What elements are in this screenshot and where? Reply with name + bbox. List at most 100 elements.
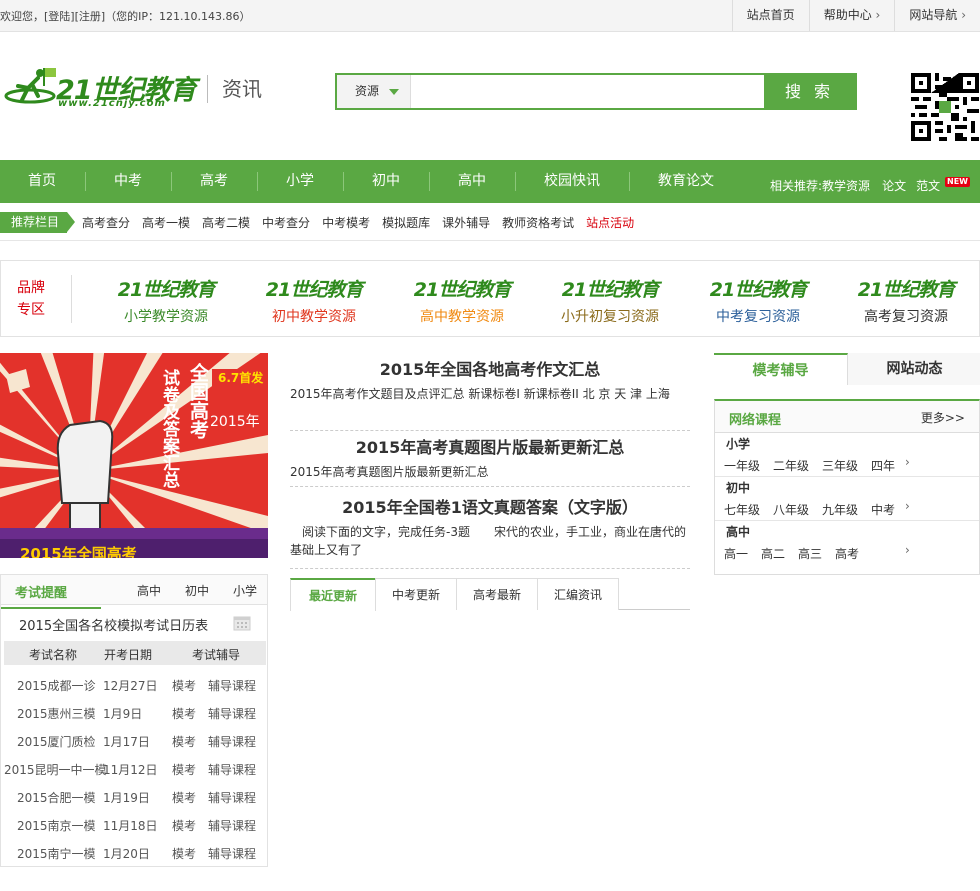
grade-link[interactable]: 八年级 xyxy=(773,503,809,517)
tutoring-link[interactable]: 辅导课程 xyxy=(208,789,256,806)
mock-exam-link[interactable]: 模考 xyxy=(172,705,196,722)
tutoring-link[interactable]: 辅导课程 xyxy=(208,761,256,778)
recommend-link[interactable]: 教师资格考试 xyxy=(502,214,574,231)
exam-date: 1月17日 xyxy=(103,735,150,749)
tutoring-link[interactable]: 辅导课程 xyxy=(208,677,256,694)
main-nav: 首页 中考 高考 小学 初中 高中 校园快讯 教育论文 相关推荐:教学资源 论文范… xyxy=(0,160,980,203)
site-home-link[interactable]: 站点首页 xyxy=(731,0,809,31)
chevron-right-icon[interactable]: › xyxy=(905,543,910,557)
nav-divider xyxy=(171,172,172,191)
related-link-resources[interactable]: 教学资源 xyxy=(822,179,870,193)
tab-junior[interactable]: 初中 xyxy=(185,582,209,599)
nav-gaokao[interactable]: 高考 xyxy=(182,160,246,203)
tab-senior[interactable]: 高中 xyxy=(137,582,161,599)
tab-site-news[interactable]: 网站动态 xyxy=(848,353,980,385)
exam-name[interactable]: 2015厦门质检 xyxy=(17,733,96,750)
exam-name[interactable]: 2015合肥一模 xyxy=(17,789,96,806)
grade-link[interactable]: 高一 xyxy=(724,547,748,561)
news-summary: 2015年高考作文题目及点评汇总 新课标卷I 新课标卷II 北 京 天 津 上海 xyxy=(290,387,670,401)
channel-title: 资讯 xyxy=(207,75,262,103)
nav-senior[interactable]: 高中 xyxy=(440,160,504,203)
nav-primary[interactable]: 小学 xyxy=(268,160,332,203)
tutoring-link[interactable]: 辅导课程 xyxy=(208,705,256,722)
nav-campus-news[interactable]: 校园快讯 xyxy=(526,160,618,203)
recommend-link[interactable]: 高考一模 xyxy=(142,214,190,231)
nav-zhongkao[interactable]: 中考 xyxy=(96,160,160,203)
calendar-title[interactable]: 2015全国各名校模拟考试日历表 xyxy=(19,615,208,634)
grade-link[interactable]: 二年级 xyxy=(773,459,809,473)
brand-item-gaokao-review[interactable]: 21世纪教育 高考复习资源 xyxy=(836,275,976,326)
brand-item-senior[interactable]: 21世纪教育 高中教学资源 xyxy=(392,275,532,326)
nav-junior[interactable]: 初中 xyxy=(354,160,418,203)
recommend-link[interactable]: 高考查分 xyxy=(82,214,130,231)
chevron-right-icon[interactable]: › xyxy=(905,499,910,513)
news-title[interactable]: 2015年全国各地高考作文汇总 xyxy=(290,355,690,385)
tab-mock-tutoring[interactable]: 模考辅导 xyxy=(714,353,848,385)
exam-name[interactable]: 2015昆明一中一模 xyxy=(4,761,107,778)
news-item: 2015年全国卷1语文真题答案（文字版） 阅读下面的文字，完成任务-3题 宋代的… xyxy=(290,493,690,569)
recommend-link[interactable]: 课外辅导 xyxy=(442,214,490,231)
exam-reminder-header: 考试提醒 高中 初中 小学 xyxy=(0,575,267,609)
tab-latest-updates[interactable]: 最近更新 xyxy=(290,578,376,611)
exam-name[interactable]: 2015南宁一模 xyxy=(17,845,96,862)
brand-item-zhongkao-review[interactable]: 21世纪教育 中考复习资源 xyxy=(688,275,828,326)
site-logo[interactable]: 21世纪教育 www.21cnjy.com xyxy=(4,66,204,114)
brand-item-xiaoshengchu[interactable]: 21世纪教育 小升初复习资源 xyxy=(540,275,680,326)
grade-link[interactable]: 三年级 xyxy=(822,459,858,473)
grade-link[interactable]: 一年级 xyxy=(724,459,760,473)
tab-primary[interactable]: 小学 xyxy=(233,582,257,599)
site-nav-link[interactable]: 网站导航 › xyxy=(894,0,980,31)
tutoring-link[interactable]: 辅导课程 xyxy=(208,845,256,862)
grade-link[interactable]: 高二 xyxy=(761,547,785,561)
tutoring-link[interactable]: 辅导课程 xyxy=(208,733,256,750)
nav-edu-papers[interactable]: 教育论文 xyxy=(640,160,732,203)
mock-exam-link[interactable]: 模考 xyxy=(172,761,196,778)
mock-exam-link[interactable]: 模考 xyxy=(172,789,196,806)
course-group-name: 小学 xyxy=(726,437,751,451)
more-link[interactable]: 更多>> xyxy=(921,409,965,426)
recommend-link[interactable]: 高考二模 xyxy=(202,214,250,231)
tab-gaokao-latest[interactable]: 高考最新 xyxy=(456,578,538,610)
gaokao-banner[interactable]: 6.7首发 全国高考 试卷及答案汇总 2015年 2015年全国高考 xyxy=(0,353,268,558)
search-button[interactable]: 搜 索 xyxy=(764,75,855,108)
help-center-link[interactable]: 帮助中心 › xyxy=(808,0,895,31)
brand-item-primary[interactable]: 21世纪教育 小学教学资源 xyxy=(96,275,236,326)
grade-link[interactable]: 高考 xyxy=(835,547,859,561)
exam-name[interactable]: 2015南京一模 xyxy=(17,817,96,834)
tab-compiled-news[interactable]: 汇编资讯 xyxy=(537,578,619,610)
exam-name[interactable]: 2015成都一诊 xyxy=(17,677,96,694)
chevron-right-icon: › xyxy=(961,8,966,22)
mock-exam-link[interactable]: 模考 xyxy=(172,677,196,694)
related-link-essays[interactable]: 范文 xyxy=(916,179,940,193)
welcome-text: 欢迎您，[登陆][注册]（您的IP：121.10.143.86） xyxy=(0,10,251,23)
search-type-select[interactable]: 资源 xyxy=(337,75,411,108)
grade-link[interactable]: 高三 xyxy=(798,547,822,561)
recommend-link-site-activity[interactable]: 站点活动 xyxy=(586,214,634,231)
recommend-link[interactable]: 模拟题库 xyxy=(382,214,430,231)
brand-item-junior[interactable]: 21世纪教育 初中教学资源 xyxy=(244,275,384,326)
search-input[interactable] xyxy=(413,75,765,108)
news-title[interactable]: 2015年全国卷1语文真题答案（文字版） xyxy=(290,493,690,523)
nav-home[interactable]: 首页 xyxy=(10,160,74,203)
course-group-items: 一年级 二年级 三年级 四年 xyxy=(724,457,908,474)
mock-exam-link[interactable]: 模考 xyxy=(172,845,196,862)
update-tabs: 最近更新 中考更新 高考最新 汇编资讯 xyxy=(290,578,690,611)
grade-link[interactable]: 九年级 xyxy=(822,503,858,517)
exam-table-header: 考试名称 开考日期 考试辅导 xyxy=(4,641,266,665)
recommend-link[interactable]: 中考查分 xyxy=(262,214,310,231)
nav-divider xyxy=(515,172,516,191)
news-title[interactable]: 2015年高考真题图片版最新更新汇总 xyxy=(290,433,690,463)
mock-exam-link[interactable]: 模考 xyxy=(172,817,196,834)
grade-link[interactable]: 四年 xyxy=(871,459,895,473)
related-link-papers[interactable]: 论文 xyxy=(882,179,906,193)
recommend-link[interactable]: 中考模考 xyxy=(322,214,370,231)
tab-zhongkao-updates[interactable]: 中考更新 xyxy=(375,578,457,610)
grade-link[interactable]: 中考 xyxy=(871,503,895,517)
chevron-right-icon[interactable]: › xyxy=(905,455,910,469)
tutoring-link[interactable]: 辅导课程 xyxy=(208,817,256,834)
related-links: 相关推荐:教学资源 论文 范文 xyxy=(770,177,940,194)
col-start-date: 开考日期 xyxy=(104,648,153,662)
exam-name[interactable]: 2015惠州三模 xyxy=(17,705,96,722)
grade-link[interactable]: 七年级 xyxy=(724,503,760,517)
mock-exam-link[interactable]: 模考 xyxy=(172,733,196,750)
